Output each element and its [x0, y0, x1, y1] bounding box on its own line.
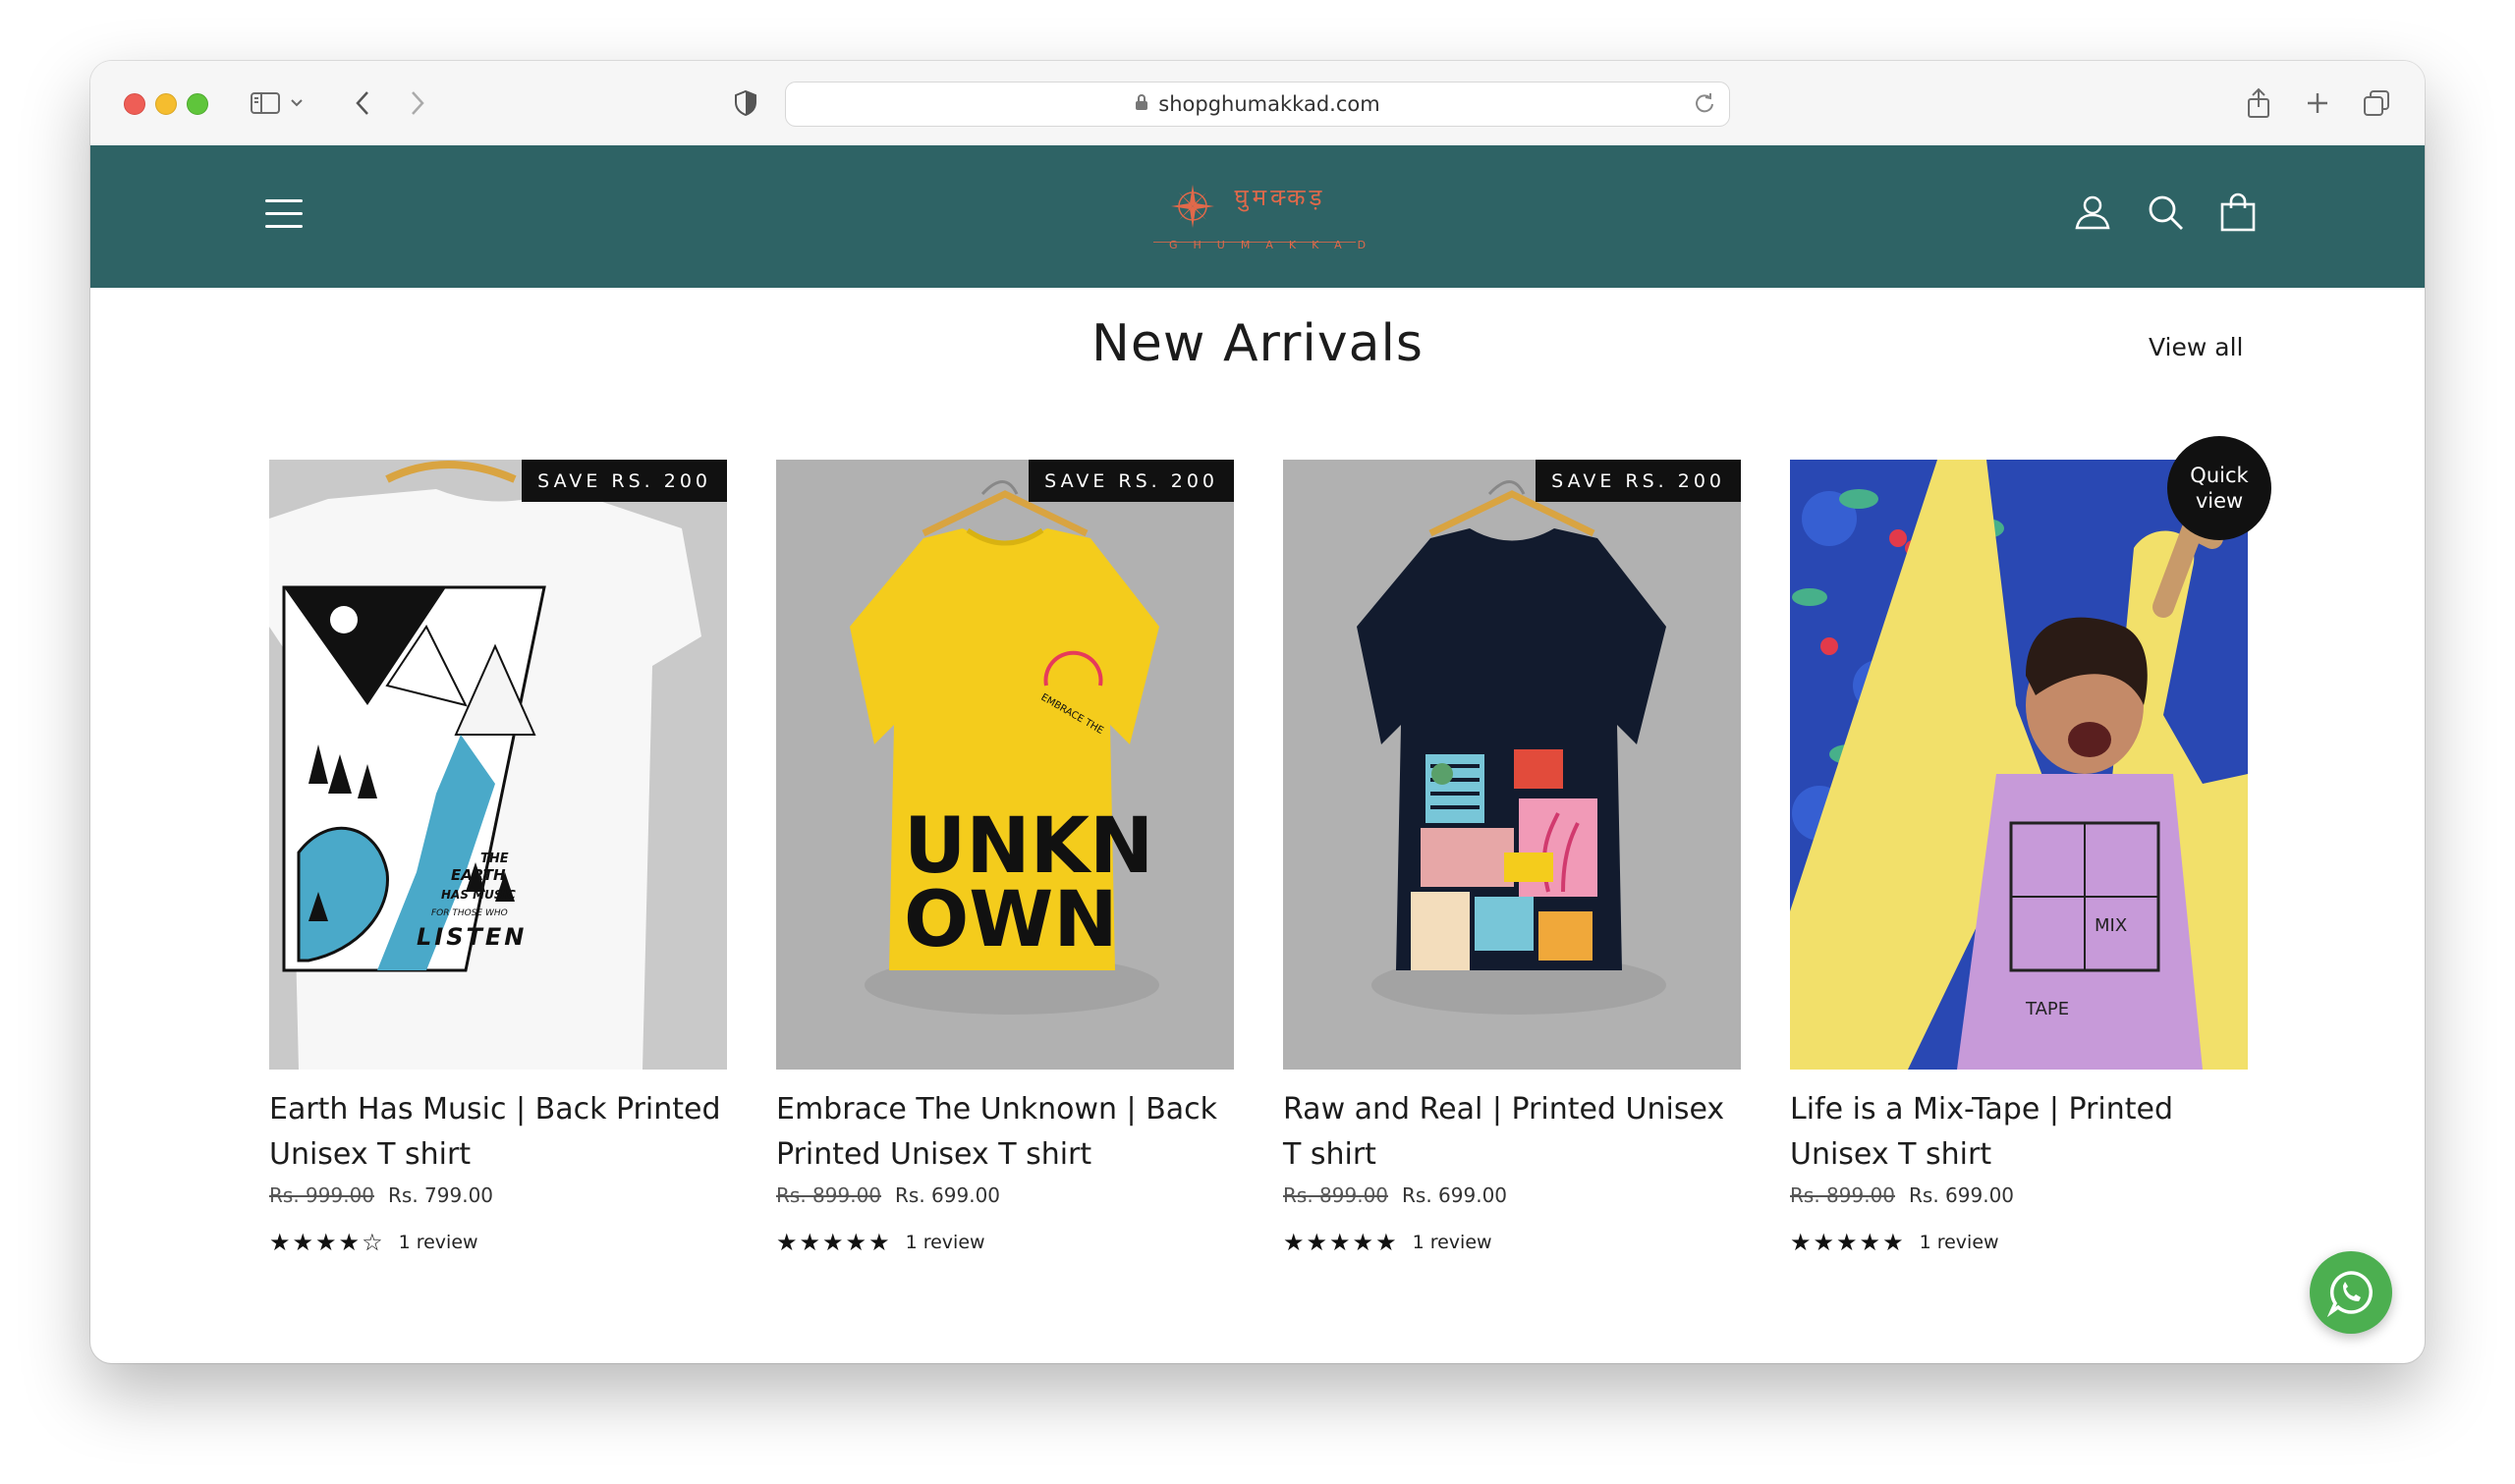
browser-window: shopghumakkad.com घुमक्कड़ GHUMAKKAD New…	[90, 61, 2425, 1363]
sale-price: Rs. 699.00	[895, 1183, 1001, 1207]
product-card[interactable]: SAVE RS. 200 Raw and Real | Printed Unis…	[1283, 460, 1741, 1256]
browser-toolbar: shopghumakkad.com	[90, 61, 2425, 146]
account-icon[interactable]	[2073, 192, 2112, 236]
product-card[interactable]: THE EARTH HAS MUSIC FOR THOSE WHO LISTEN…	[269, 460, 727, 1256]
sale-price: Rs. 799.00	[388, 1183, 494, 1207]
product-image[interactable]: SAVE RS. 200	[1283, 460, 1741, 1070]
star-rating-icon: ★★★★★	[1283, 1229, 1399, 1256]
product-image[interactable]: THE EARTH HAS MUSIC FOR THOSE WHO LISTEN…	[269, 460, 727, 1070]
product-card[interactable]: MIX TAPE Quick view Life is a Mix-Tape |…	[1790, 436, 2271, 1256]
original-price: Rs. 899.00	[776, 1183, 882, 1207]
store-header: घुमक्कड़ GHUMAKKAD	[90, 145, 2425, 288]
art-text: MIX	[2095, 915, 2127, 936]
compass-icon	[1171, 185, 1214, 228]
quick-view-button[interactable]: Quick view	[2167, 436, 2271, 540]
art-text: FOR THOSE WHO	[431, 908, 508, 918]
review-count: 1 review	[1412, 1232, 1492, 1253]
original-price: Rs. 899.00	[1283, 1183, 1389, 1207]
cart-icon[interactable]	[2218, 192, 2258, 236]
product-price: Rs. 899.00 Rs. 699.00	[1283, 1183, 1741, 1207]
section-title: New Arrivals	[1091, 314, 1424, 373]
logo-script-text: घुमक्कड़	[1234, 184, 1326, 211]
back-arrow-icon[interactable]	[348, 84, 377, 122]
review-count: 1 review	[398, 1232, 478, 1253]
star-rating-icon: ★★★★☆	[269, 1229, 385, 1256]
sidebar-icon[interactable]	[248, 84, 283, 122]
zoom-window-button[interactable]	[187, 93, 208, 115]
art-text: OWN	[904, 876, 1118, 964]
tabs-icon[interactable]	[2360, 84, 2393, 122]
original-price: Rs. 999.00	[269, 1183, 375, 1207]
whatsapp-icon	[2326, 1271, 2373, 1317]
save-badge: SAVE RS. 200	[1536, 460, 1741, 502]
search-icon[interactable]	[2146, 192, 2185, 236]
star-rating-icon: ★★★★★	[776, 1229, 892, 1256]
review-count: 1 review	[905, 1232, 985, 1253]
shield-icon[interactable]	[731, 84, 760, 122]
reload-icon[interactable]	[1694, 92, 1715, 119]
product-image[interactable]: EMBRACE THE UNKN OWN SAVE RS. 200	[776, 460, 1234, 1070]
save-badge: SAVE RS. 200	[1029, 460, 1234, 502]
product-rating[interactable]: ★★★★☆ 1 review	[269, 1229, 727, 1256]
product-price: Rs. 899.00 Rs. 699.00	[1790, 1183, 2248, 1207]
minimize-window-button[interactable]	[155, 93, 177, 115]
product-image[interactable]: MIX TAPE Quick view	[1790, 436, 2271, 1070]
product-title[interactable]: Embrace The Unknown | Back Printed Unise…	[776, 1087, 1234, 1178]
logo-divider	[1153, 242, 1356, 243]
product-price: Rs. 999.00 Rs. 799.00	[269, 1183, 727, 1207]
save-badge: SAVE RS. 200	[522, 460, 727, 502]
forward-arrow-icon[interactable]	[403, 84, 432, 122]
art-text: TAPE	[2025, 999, 2069, 1019]
art-text: LISTEN	[417, 923, 527, 951]
star-rating-icon: ★★★★★	[1790, 1229, 1906, 1256]
plus-icon[interactable]	[2301, 84, 2334, 122]
product-title[interactable]: Raw and Real | Printed Unisex T shirt	[1283, 1087, 1741, 1178]
product-title[interactable]: Life is a Mix-Tape | Printed Unisex T sh…	[1790, 1087, 2248, 1178]
menu-icon[interactable]	[265, 199, 303, 229]
art-text: THE	[480, 852, 509, 866]
sale-price: Rs. 699.00	[1909, 1183, 2015, 1207]
store-logo[interactable]: घुमक्कड़ GHUMAKKAD	[1153, 175, 1382, 261]
close-window-button[interactable]	[124, 93, 145, 115]
view-all-link[interactable]: View all	[2149, 333, 2243, 361]
art-text: EARTH	[451, 866, 506, 884]
product-card[interactable]: EMBRACE THE UNKN OWN SAVE RS. 200 Embrac…	[776, 460, 1234, 1256]
lock-icon	[1135, 92, 1148, 116]
whatsapp-button[interactable]	[2310, 1251, 2392, 1334]
share-icon[interactable]	[2242, 84, 2275, 122]
product-price: Rs. 899.00 Rs. 699.00	[776, 1183, 1234, 1207]
review-count: 1 review	[1919, 1232, 1999, 1253]
chevron-down-icon[interactable]	[287, 84, 307, 122]
product-title[interactable]: Earth Has Music | Back Printed Unisex T …	[269, 1087, 727, 1178]
address-bar[interactable]: shopghumakkad.com	[785, 82, 1730, 127]
product-rating[interactable]: ★★★★★ 1 review	[776, 1229, 1234, 1256]
product-rating[interactable]: ★★★★★ 1 review	[1283, 1229, 1741, 1256]
url-text: shopghumakkad.com	[1158, 92, 1380, 116]
product-rating[interactable]: ★★★★★ 1 review	[1790, 1229, 2248, 1256]
art-text: HAS MUSIC	[441, 888, 516, 902]
original-price: Rs. 899.00	[1790, 1183, 1896, 1207]
sale-price: Rs. 699.00	[1402, 1183, 1508, 1207]
logo-wordmark: GHUMAKKAD	[1169, 239, 1382, 251]
